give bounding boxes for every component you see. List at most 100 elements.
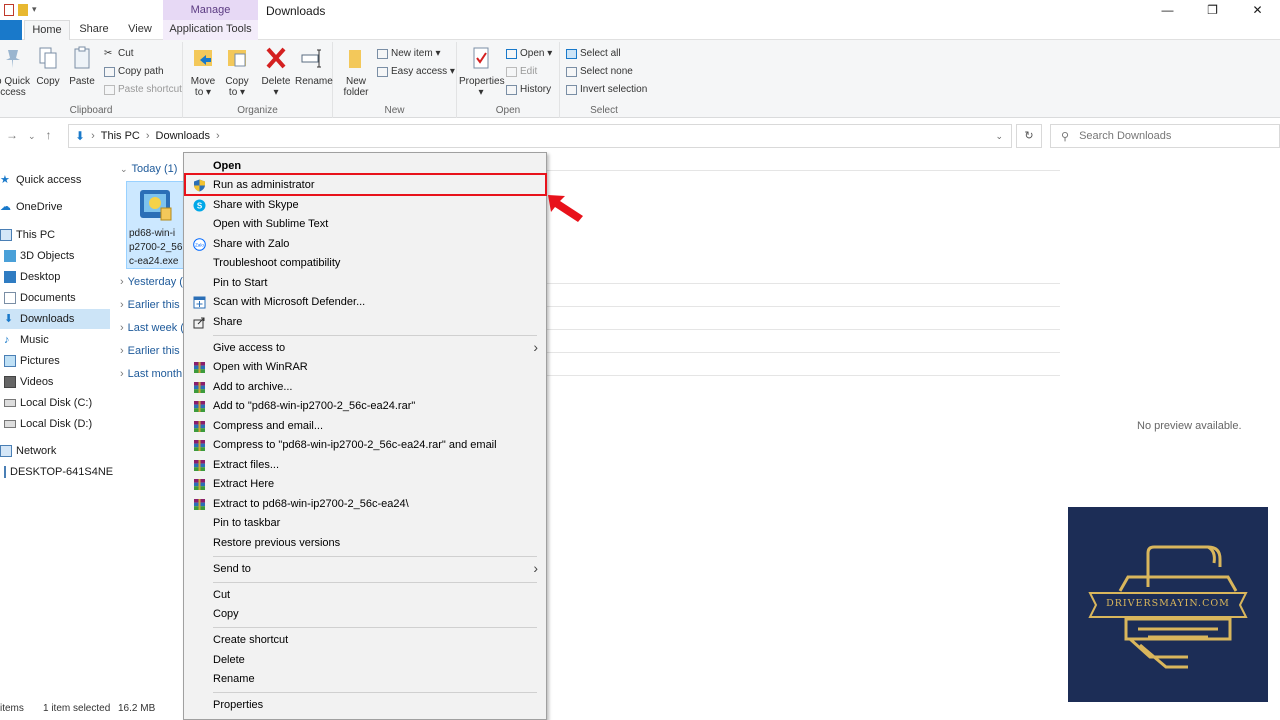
new-folder-label: New	[345, 76, 366, 87]
menu-item-share-with-skype[interactable]: S Share with Skype	[184, 196, 546, 215]
menu-item-rename[interactable]: Rename	[184, 670, 546, 689]
copy-path-button[interactable]: Copy path	[104, 66, 164, 77]
group-earlier-this-month[interactable]: › Earlier this	[120, 345, 180, 357]
menu-item-compress-and-email[interactable]: Compress and email...	[184, 417, 546, 436]
sidebar-item-downloads[interactable]: ⬇ Downloads	[0, 309, 110, 329]
menu-item-send-to[interactable]: Send to ›	[184, 560, 546, 579]
menu-item-cut[interactable]: Cut	[184, 586, 546, 605]
sidebar-item-3d-objects[interactable]: 3D Objects	[0, 246, 110, 266]
minimize-button[interactable]: —	[1145, 0, 1190, 22]
copy-button[interactable]: Copy	[34, 46, 62, 87]
menu-item-copy[interactable]: Copy	[184, 605, 546, 624]
menu-separator	[213, 582, 537, 583]
sidebar-item-documents[interactable]: Documents	[0, 288, 110, 308]
forward-arrow-icon[interactable]: →	[6, 128, 28, 142]
menu-item-create-shortcut[interactable]: Create shortcut	[184, 631, 546, 650]
properties-check-icon[interactable]	[4, 4, 14, 16]
sidebar-item-music[interactable]: ♪ Music	[0, 330, 110, 350]
sidebar-item-local-disk-c[interactable]: Local Disk (C:)	[0, 393, 110, 413]
dropdown-icon[interactable]: ▾	[32, 4, 42, 16]
breadcrumb-this-pc[interactable]: This PC	[101, 130, 140, 142]
document-icon	[4, 292, 16, 304]
menu-item-give-access-to[interactable]: Give access to ›	[184, 339, 546, 358]
menu-item-extract-here[interactable]: Extract Here	[184, 475, 546, 494]
music-note-icon: ♪	[4, 334, 10, 346]
menu-item-scan-with-defender[interactable]: Scan with Microsoft Defender...	[184, 293, 546, 312]
menu-item-add-to-archive[interactable]: Add to archive...	[184, 378, 546, 397]
tab-application-tools[interactable]: Application Tools	[163, 20, 258, 40]
select-none-button[interactable]: Select none	[566, 66, 633, 77]
menu-item-add-to-rar[interactable]: Add to "pd68-win-ip2700-2_56c-ea24.rar"	[184, 397, 546, 416]
selected-file-tile[interactable]: pd68-win-i p2700-2_56 c-ea24.exe	[126, 181, 184, 269]
move-to-button[interactable]: Move to ▾	[189, 46, 217, 98]
submenu-chevron-icon: ›	[533, 339, 538, 355]
menu-item-extract-files[interactable]: Extract files...	[184, 456, 546, 475]
menu-item-delete[interactable]: Delete	[184, 651, 546, 670]
recent-locations-chevron-icon[interactable]: ⌄	[28, 131, 46, 141]
menu-item-pin-to-taskbar[interactable]: Pin to taskbar	[184, 514, 546, 533]
sidebar-item-quick-access[interactable]: ★ Quick access	[0, 170, 110, 190]
new-folder-button[interactable]: New folder	[339, 46, 373, 98]
breadcrumb-chevron-icon[interactable]: ›	[216, 130, 220, 142]
search-box[interactable]: ⚲ Search Downloads	[1050, 124, 1280, 148]
address-dropdown-icon[interactable]: ⌄	[995, 131, 1003, 142]
winrar-icon	[194, 382, 205, 393]
tab-view[interactable]: View	[120, 20, 160, 40]
download-arrow-icon: ⬇	[4, 313, 14, 325]
pin-to-quick-access-button[interactable]: o Quick ccess	[0, 46, 30, 98]
tab-share[interactable]: Share	[74, 20, 114, 40]
menu-item-open-with-winrar[interactable]: Open with WinRAR	[184, 358, 546, 377]
menu-item-properties[interactable]: Properties	[184, 696, 546, 715]
breadcrumb-downloads[interactable]: Downloads	[156, 130, 210, 142]
group-earlier-this-week[interactable]: › Earlier this	[120, 299, 180, 311]
maximize-button[interactable]: ❐	[1190, 0, 1235, 22]
delete-button[interactable]: Delete ▾	[261, 46, 291, 98]
sidebar-item-desktop-pc[interactable]: DESKTOP-641S4NE	[0, 462, 113, 482]
sidebar-item-desktop[interactable]: Desktop	[0, 267, 110, 287]
rename-button[interactable]: Rename	[295, 46, 333, 87]
menu-separator	[213, 692, 537, 693]
new-folder-icon[interactable]	[18, 4, 28, 16]
paste-shortcut-button[interactable]: Paste shortcut	[104, 84, 182, 95]
cut-button[interactable]: ✂ Cut	[104, 48, 134, 59]
new-item-button[interactable]: New item ▾	[377, 48, 440, 59]
breadcrumb-chevron-icon[interactable]: ›	[146, 130, 150, 142]
menu-item-restore-previous-versions[interactable]: Restore previous versions	[184, 534, 546, 553]
breadcrumb-chevron-icon[interactable]: ›	[91, 130, 95, 142]
group-last-month[interactable]: › Last month	[120, 368, 182, 380]
address-bar[interactable]: ⬇ › This PC › Downloads › ⌄	[68, 124, 1012, 148]
up-arrow-icon[interactable]: ↑	[46, 128, 62, 142]
edit-button[interactable]: Edit	[506, 66, 537, 77]
menu-item-extract-to-folder[interactable]: Extract to pd68-win-ip2700-2_56c-ea24\	[184, 495, 546, 514]
menu-item-compress-to-rar-and-email[interactable]: Compress to "pd68-win-ip2700-2_56c-ea24.…	[184, 436, 546, 455]
open-button[interactable]: Open ▾	[506, 48, 552, 59]
menu-item-open-with-sublime-text[interactable]: Open with Sublime Text	[184, 215, 546, 234]
group-today[interactable]: ⌄ Today (1)	[120, 163, 177, 175]
tab-manage[interactable]: Manage	[163, 0, 258, 22]
sidebar-item-pictures[interactable]: Pictures	[0, 351, 110, 371]
properties-button[interactable]: Properties ▾	[459, 46, 505, 98]
paste-button[interactable]: Paste	[68, 46, 96, 87]
sidebar-item-network[interactable]: Network	[0, 441, 110, 461]
refresh-button[interactable]: ↻	[1016, 124, 1042, 148]
menu-item-troubleshoot-compatibility[interactable]: Troubleshoot compatibility	[184, 254, 546, 273]
group-last-week[interactable]: › Last week (	[120, 322, 184, 334]
easy-access-button[interactable]: Easy access ▾	[377, 66, 455, 77]
close-button[interactable]: ✕	[1235, 0, 1280, 22]
sidebar-item-local-disk-d[interactable]: Local Disk (D:)	[0, 414, 110, 434]
group-yesterday[interactable]: › Yesterday (2	[120, 276, 189, 288]
invert-selection-button[interactable]: Invert selection	[566, 84, 647, 95]
tab-file[interactable]	[0, 20, 22, 40]
menu-separator	[213, 556, 537, 557]
select-all-button[interactable]: Select all	[566, 48, 621, 59]
sidebar-item-videos[interactable]: Videos	[0, 372, 110, 392]
menu-item-pin-to-start[interactable]: Pin to Start	[184, 274, 546, 293]
sidebar-item-onedrive[interactable]: ☁ OneDrive	[0, 197, 110, 217]
history-button[interactable]: History	[506, 84, 551, 95]
menu-item-share[interactable]: Share	[184, 313, 546, 332]
sidebar-item-this-pc[interactable]: This PC	[0, 225, 110, 245]
menu-item-share-with-zalo[interactable]: Zalo Share with Zalo	[184, 235, 546, 254]
copy-to-icon	[228, 50, 246, 67]
copy-to-button[interactable]: Copy to ▾	[223, 46, 251, 98]
tab-home[interactable]: Home	[24, 20, 70, 40]
